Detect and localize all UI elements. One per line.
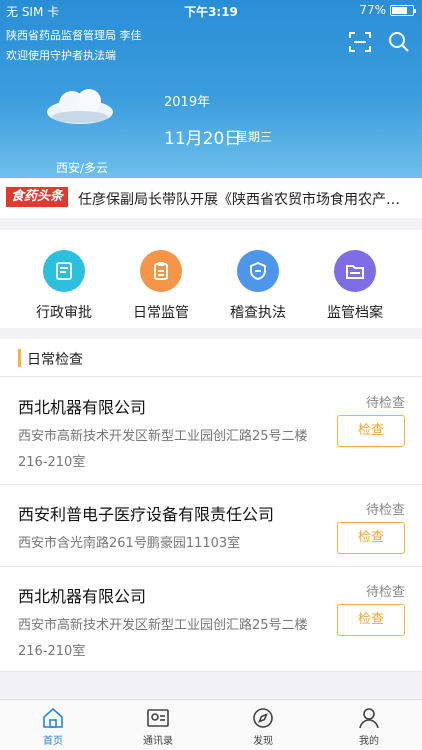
compass-icon xyxy=(253,708,273,728)
inspection-item[interactable]: 西北机器有限公司 待检查 西安市高新技术开发区新型工业园创汇路25号二楼216-… xyxy=(0,378,422,485)
home-icon xyxy=(43,707,63,728)
company-address: 西安市高新技术开发区新型工业园创汇路25号二楼216-210室 xyxy=(18,429,308,470)
tab-home-label: 首页 xyxy=(43,736,63,747)
weekday: 星期三 xyxy=(236,130,273,144)
tab-contacts-label: 通讯录 xyxy=(143,736,173,747)
inspect-button[interactable]: 检查 xyxy=(337,415,405,447)
org-user: 陕西省药品监督管理局 李佳 xyxy=(6,29,142,42)
quick-archive-label: 监管档案 xyxy=(327,305,383,321)
company-address: 西安市含光南路261号鹏豪园11103室 xyxy=(18,536,241,551)
company-name: 西北机器有限公司 xyxy=(18,398,147,417)
news-logo: 食药头条 xyxy=(6,187,68,207)
inspection-item[interactable]: 西安利普电子医疗设备有限责任公司 待检查 西安市含光南路261号鹏豪园11103… xyxy=(0,485,422,567)
inspection-item[interactable]: 西北机器有限公司 待检查 西安市高新技术开发区新型工业园创汇路25号二楼216-… xyxy=(0,567,422,672)
status-bar: 无 SIM 卡 下午3:19 77% xyxy=(0,0,422,22)
tab-discover-label: 发现 xyxy=(253,736,273,747)
weather-location: 西安/多云 xyxy=(56,161,109,175)
user-icon xyxy=(359,708,379,729)
tab-me-label: 我的 xyxy=(359,736,379,747)
clipboard-icon xyxy=(140,250,182,292)
section-header: 日常检查 xyxy=(0,339,422,377)
status-text: 待检查 xyxy=(365,503,405,518)
quick-approval[interactable]: 行政审批 xyxy=(14,250,114,322)
approval-icon xyxy=(43,250,85,292)
header: 无 SIM 卡 下午3:19 77% 陕西省药品监督管理局 李佳 欢迎使用守护者… xyxy=(0,0,422,178)
quick-enforcement-label: 稽查执法 xyxy=(230,305,286,321)
section-title: 日常检查 xyxy=(27,352,83,368)
quick-archive[interactable]: 监管档案 xyxy=(305,250,405,322)
contacts-icon xyxy=(147,709,169,727)
news-ticker[interactable]: 食药头条 任彦保副局长带队开展《陕西省农贸市场食用农产品质量安全管理办法》 xyxy=(0,178,422,218)
quick-supervision[interactable]: 日常监管 xyxy=(111,250,211,322)
scan-icon[interactable] xyxy=(349,32,371,52)
inspect-button[interactable]: 检查 xyxy=(337,604,405,636)
quick-approval-label: 行政审批 xyxy=(36,305,92,321)
daily-inspection-section: 日常检查 西北机器有限公司 待检查 西安市高新技术开发区新型工业园创汇路25号二… xyxy=(0,339,422,672)
tab-contacts[interactable]: 通讯录 xyxy=(118,706,198,747)
news-headline[interactable]: 任彦保副局长带队开展《陕西省农贸市场食用农产品质量安全管理办法》 xyxy=(78,189,408,209)
search-icon[interactable] xyxy=(388,31,410,53)
folder-icon xyxy=(334,250,376,292)
quick-supervision-label: 日常监管 xyxy=(133,305,189,321)
status-text: 待检查 xyxy=(365,585,405,600)
tab-discover[interactable]: 发现 xyxy=(223,706,303,747)
tab-me[interactable]: 我的 xyxy=(329,706,409,747)
status-text: 待检查 xyxy=(365,396,405,411)
quick-actions: 行政审批 日常监管 稽查执法 监管档案 xyxy=(0,230,422,328)
company-name: 西北机器有限公司 xyxy=(18,587,147,606)
battery-percent: 77% xyxy=(359,3,386,17)
weather-cloud-icon xyxy=(47,89,113,124)
tab-home[interactable]: 首页 xyxy=(13,706,93,747)
badge-icon xyxy=(237,250,279,292)
battery-icon xyxy=(390,4,416,16)
date: 11月20日 xyxy=(164,129,242,149)
tab-bar: 首页 通讯录 发现 我的 xyxy=(0,699,422,750)
year: 2019年 xyxy=(164,95,211,110)
inspect-button[interactable]: 检查 xyxy=(337,522,405,554)
company-name: 西安利普电子医疗设备有限责任公司 xyxy=(18,505,275,524)
welcome-text: 欢迎使用守护者执法端 xyxy=(6,49,116,62)
quick-enforcement[interactable]: 稽查执法 xyxy=(208,250,308,322)
company-address: 西安市高新技术开发区新型工业园创汇路25号二楼216-210室 xyxy=(18,618,308,659)
